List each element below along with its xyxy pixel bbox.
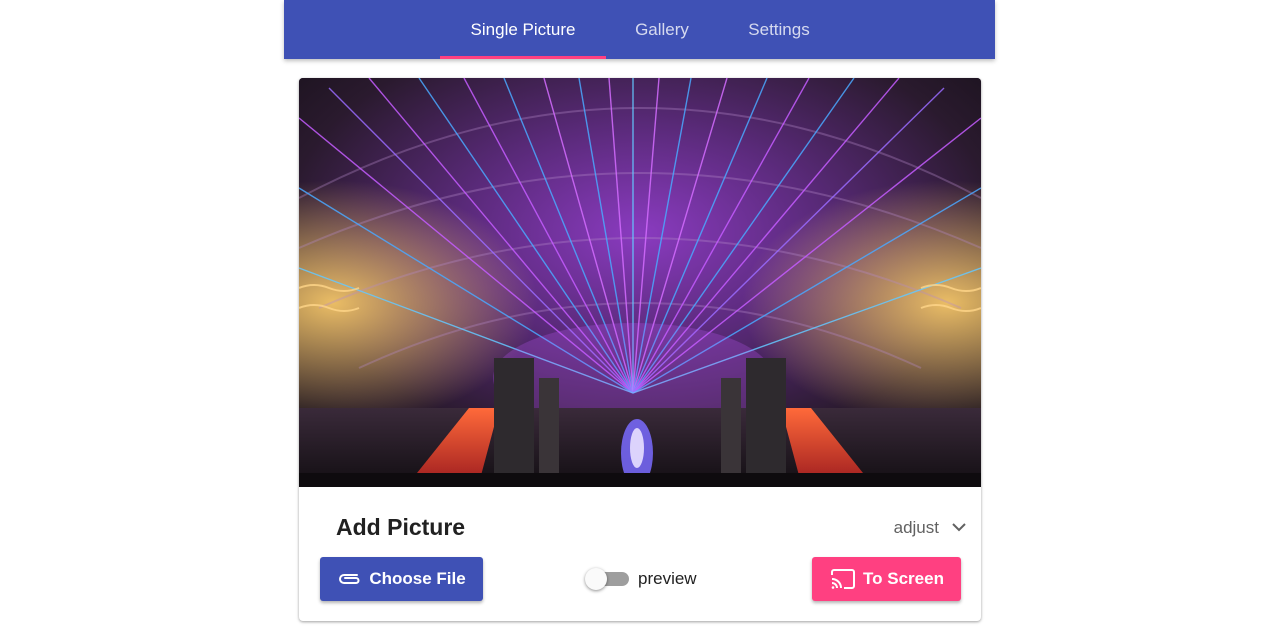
choose-file-button[interactable]: Choose File bbox=[320, 557, 483, 601]
tab-settings[interactable]: Settings bbox=[732, 0, 826, 59]
app: Single Picture Gallery Settings Add Pict… bbox=[284, 0, 995, 640]
chevron-down-icon bbox=[951, 519, 967, 537]
active-tab-indicator bbox=[440, 56, 606, 59]
adjust-label: adjust bbox=[893, 518, 939, 537]
preview-toggle[interactable] bbox=[585, 567, 631, 591]
adjust-dropdown[interactable]: adjust bbox=[894, 514, 967, 542]
picture-card: Add Picture adjust Choose File preview T… bbox=[299, 78, 981, 621]
toggle-thumb bbox=[585, 568, 607, 590]
cast-icon bbox=[829, 568, 857, 590]
choose-file-label: Choose File bbox=[369, 569, 466, 588]
tab-label: Settings bbox=[748, 20, 810, 39]
to-screen-button[interactable]: To Screen bbox=[812, 557, 961, 601]
tab-gallery[interactable]: Gallery bbox=[620, 0, 704, 59]
paperclip-icon bbox=[337, 571, 363, 587]
tab-label: Gallery bbox=[635, 20, 689, 39]
tab-single-picture[interactable]: Single Picture bbox=[440, 0, 606, 59]
to-screen-label: To Screen bbox=[863, 569, 944, 588]
card-title: Add Picture bbox=[336, 514, 466, 540]
tab-label: Single Picture bbox=[470, 20, 576, 39]
picture-preview-image bbox=[299, 78, 981, 487]
laser-show-photo bbox=[299, 78, 981, 487]
preview-label: preview bbox=[638, 569, 697, 588]
tab-bar: Single Picture Gallery Settings bbox=[284, 0, 995, 59]
